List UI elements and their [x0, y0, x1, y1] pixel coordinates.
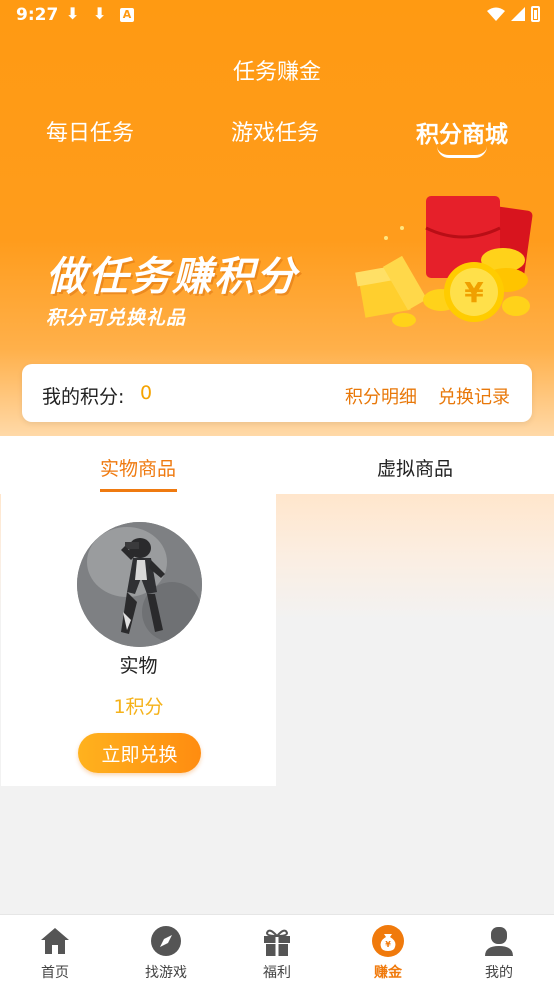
svg-text:¥: ¥	[385, 940, 391, 949]
active-tab-indicator	[437, 146, 487, 158]
product-card[interactable]: 实物 1积分 立即兑换	[1, 494, 276, 786]
product-name: 实物	[119, 655, 158, 677]
nav-label-find-games: 找游戏	[145, 965, 187, 981]
a-badge-icon: A	[120, 8, 134, 22]
tab-points-mall[interactable]: 积分商城	[416, 115, 508, 149]
points-label: 我的积分:	[42, 386, 125, 408]
banner-subtitle: 积分可兑换礼品	[46, 307, 187, 329]
points-detail-link[interactable]: 积分明细	[345, 383, 417, 409]
yen-icon: ¥	[464, 276, 484, 309]
money-bag-icon: ¥	[372, 925, 404, 957]
category-tabs: 实物商品 虚拟商品	[0, 436, 554, 494]
redeem-history-link[interactable]: 兑换记录	[438, 383, 510, 409]
nav-label-welfare: 福利	[263, 965, 291, 981]
nav-item-welfare[interactable]: 福利	[222, 915, 332, 984]
wifi-icon	[487, 7, 505, 21]
tab-virtual-goods[interactable]: 虚拟商品	[377, 454, 453, 481]
product-price: 1积分	[113, 696, 164, 718]
points-value: 0	[140, 382, 153, 404]
nav-label-mine: 我的	[485, 965, 513, 981]
category-tab-indicator	[100, 489, 177, 492]
status-bar: 9:27 ⬇ ⬇ A	[0, 0, 554, 30]
tab-physical-goods[interactable]: 实物商品	[100, 454, 176, 481]
points-card: 我的积分: 0 积分明细 兑换记录	[22, 364, 532, 422]
gift-icon	[264, 929, 290, 956]
user-icon	[485, 927, 513, 956]
download-icon: ⬇	[66, 4, 80, 23]
product-image	[77, 522, 202, 647]
compass-icon	[151, 926, 181, 956]
nav-label-earn: 赚金	[374, 965, 402, 981]
tab-game-tasks[interactable]: 游戏任务	[231, 115, 319, 147]
signal-icon	[511, 7, 525, 21]
tab-daily-tasks[interactable]: 每日任务	[46, 115, 134, 147]
bottom-nav: 首页 找游戏 福利 ¥ 赚金 我的	[0, 914, 554, 984]
nav-item-find-games[interactable]: 找游戏	[111, 915, 221, 984]
banner-title: 做任务赚积分	[46, 254, 298, 300]
nav-item-earn[interactable]: ¥ 赚金	[333, 915, 443, 984]
nav-item-home[interactable]: 首页	[0, 915, 110, 984]
nav-label-home: 首页	[41, 965, 69, 981]
redeem-now-button[interactable]: 立即兑换	[78, 733, 201, 773]
home-icon	[41, 928, 69, 954]
page-title: 任务赚金	[232, 60, 321, 85]
nav-item-mine[interactable]: 我的	[444, 915, 554, 984]
status-time: 9:27	[16, 5, 59, 25]
download-icon: ⬇	[93, 4, 107, 23]
banner-illustration: ¥	[355, 196, 533, 327]
battery-icon	[531, 6, 540, 22]
